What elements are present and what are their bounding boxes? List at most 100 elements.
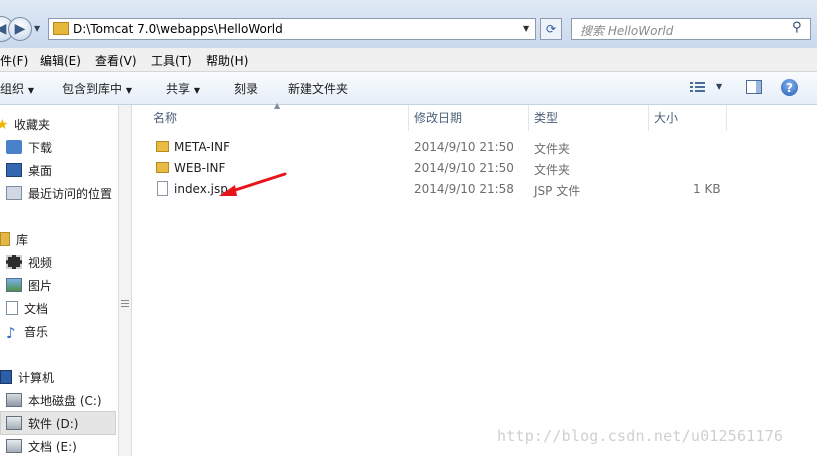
downloads-folder-icon (6, 140, 22, 154)
recent-places-icon (6, 186, 22, 200)
forward-button[interactable]: ▶ (8, 17, 32, 41)
column-divider[interactable] (408, 105, 409, 131)
nav-favorites[interactable]: ★ 收藏夹 (0, 114, 50, 134)
nav-label: 音乐 (24, 324, 49, 339)
nav-label: 计算机 (18, 370, 55, 385)
nav-pictures[interactable]: 图片 (6, 275, 52, 295)
nav-drive-c[interactable]: 本地磁盘 (C:) (6, 390, 102, 410)
drive-icon (6, 416, 22, 430)
search-field[interactable]: 搜索 HelloWorld ⚲ (571, 18, 811, 40)
refresh-icon: ⟳ (545, 22, 557, 36)
folder-icon (156, 162, 169, 173)
preview-pane-button[interactable] (746, 80, 762, 94)
nav-label: 软件 (D:) (28, 416, 79, 431)
menu-edit[interactable]: 编辑(E) (40, 52, 81, 69)
share-label: 共享 (166, 82, 191, 96)
chevron-down-icon: ▼ (125, 86, 132, 95)
file-icon (157, 181, 168, 196)
nav-downloads[interactable]: 下载 (6, 137, 52, 157)
sort-ascending-icon: ▲ (274, 101, 281, 110)
nav-label: 本地磁盘 (C:) (28, 393, 102, 408)
file-modified: 2014/9/10 21:58 (414, 182, 514, 196)
star-icon: ★ (0, 117, 9, 133)
include-in-library-button[interactable]: 包含到库中 ▼ (62, 80, 132, 97)
preview-pane-icon (756, 81, 761, 93)
file-name: META-INF (174, 140, 231, 154)
nav-recent-places[interactable]: 最近访问的位置 (6, 183, 112, 203)
refresh-button[interactable]: ⟳ (540, 18, 562, 40)
menu-view[interactable]: 查看(V) (95, 52, 137, 69)
drive-icon (6, 393, 22, 407)
search-placeholder: 搜索 HelloWorld (580, 24, 674, 38)
nav-drive-e[interactable]: 文档 (E:) (6, 436, 77, 456)
chevron-down-icon: ▼ (193, 86, 200, 95)
file-row[interactable]: META-INF 2014/9/10 21:50 文件夹 (155, 137, 745, 157)
view-details-icon (690, 82, 705, 92)
address-field[interactable]: D:\Tomcat 7.0\webapps\HelloWorld ▼ (48, 18, 536, 40)
nav-drive-d[interactable]: 软件 (D:) (6, 413, 78, 433)
nav-label: 下载 (28, 140, 53, 155)
forward-arrow-icon: ▶ (14, 21, 26, 37)
column-header-name[interactable]: 名称 (153, 109, 177, 127)
file-size: 1 KB (693, 182, 721, 196)
column-divider[interactable] (528, 105, 529, 131)
nav-music[interactable]: ♪ 音乐 (6, 321, 49, 342)
column-header-type[interactable]: 类型 (534, 109, 558, 127)
file-type: 文件夹 (534, 142, 571, 156)
nav-desktop[interactable]: 桌面 (6, 160, 52, 180)
nav-videos[interactable]: 视频 (6, 252, 52, 272)
scrollbar-grip-icon (121, 297, 129, 311)
organize-label: 组织 (0, 82, 25, 96)
file-modified: 2014/9/10 21:50 (414, 140, 514, 154)
file-type: 文件夹 (534, 163, 571, 177)
folder-icon (53, 22, 69, 35)
column-divider[interactable] (648, 105, 649, 131)
nav-label: 图片 (28, 278, 53, 293)
menu-tools[interactable]: 工具(T) (151, 52, 192, 69)
drive-icon (6, 439, 22, 453)
share-button[interactable]: 共享 ▼ (166, 80, 200, 97)
view-dropdown-icon[interactable]: ▼ (716, 82, 722, 91)
nav-computer[interactable]: 计算机 (0, 367, 54, 387)
column-divider[interactable] (726, 105, 727, 131)
nav-label: 文档 (24, 301, 49, 316)
folder-icon (156, 141, 169, 152)
pictures-icon (6, 278, 22, 292)
document-icon (6, 301, 18, 315)
nav-label: 最近访问的位置 (28, 186, 113, 201)
help-icon: ? (786, 80, 793, 95)
search-icon: ⚲ (792, 20, 802, 35)
help-button[interactable]: ? (781, 79, 798, 96)
burn-button[interactable]: 刻录 (234, 80, 258, 97)
nav-label: 文档 (E:) (28, 439, 77, 454)
view-options-button[interactable] (690, 81, 706, 93)
recent-pages-dropdown-icon[interactable]: ▼ (34, 24, 40, 33)
file-modified: 2014/9/10 21:50 (414, 161, 514, 175)
nav-label: 视频 (28, 255, 53, 270)
new-folder-button[interactable]: 新建文件夹 (288, 80, 348, 97)
file-type: JSP 文件 (534, 184, 581, 198)
watermark-text: http://blog.csdn.net/u012561176 (497, 427, 784, 445)
nav-libraries[interactable]: 库 (0, 229, 28, 249)
organize-button[interactable]: 组织 ▼ (0, 80, 34, 97)
menu-help[interactable]: 帮助(H) (206, 52, 248, 69)
menu-file[interactable]: 件(F) (0, 52, 28, 69)
computer-icon (0, 370, 12, 384)
nav-documents[interactable]: 文档 (6, 298, 48, 318)
address-dropdown-icon[interactable]: ▼ (523, 24, 529, 33)
address-path: D:\Tomcat 7.0\webapps\HelloWorld (73, 22, 283, 36)
nav-label: 桌面 (28, 163, 53, 178)
column-header-size[interactable]: 大小 (654, 109, 678, 127)
music-icon: ♪ (6, 324, 16, 342)
back-arrow-icon: ◀ (0, 21, 7, 37)
nav-pane-scrollbar[interactable] (118, 105, 132, 456)
desktop-icon (6, 163, 22, 177)
include-label: 包含到库中 (62, 82, 123, 96)
video-icon (6, 255, 22, 269)
column-header-modified[interactable]: 修改日期 (414, 109, 462, 127)
nav-label: 收藏夹 (14, 117, 51, 132)
chevron-down-icon: ▼ (27, 86, 34, 95)
library-icon (0, 232, 10, 246)
annotation-arrow-icon (219, 172, 287, 196)
nav-label: 库 (16, 232, 29, 247)
